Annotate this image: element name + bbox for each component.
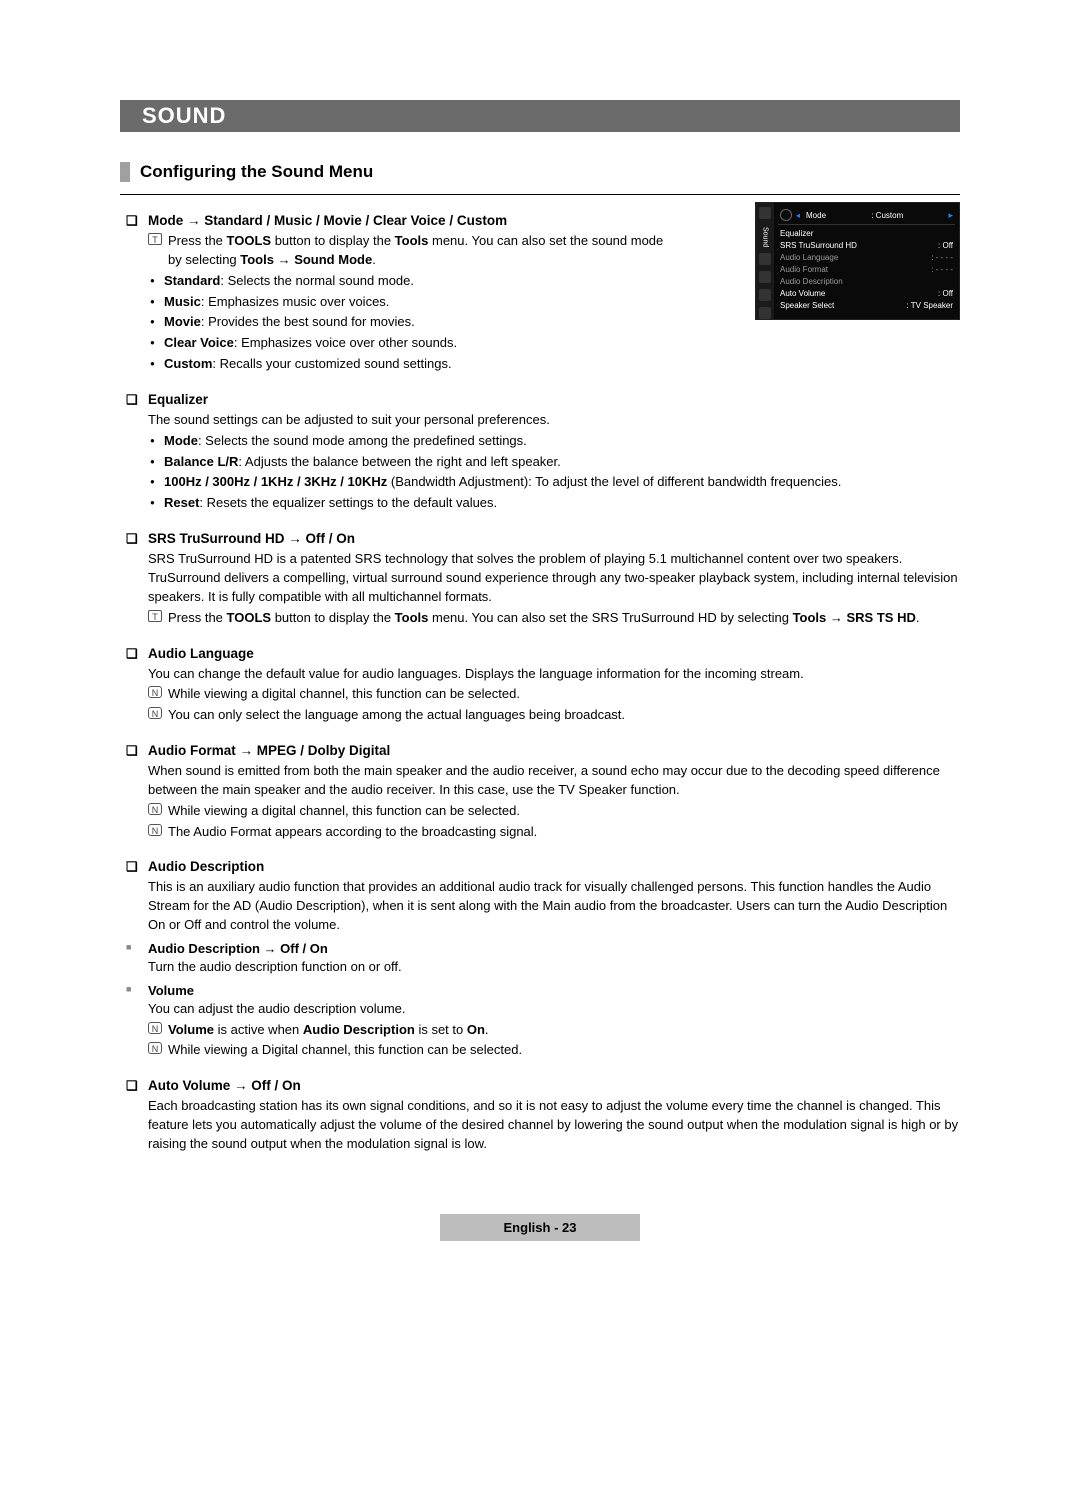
- note: NThe Audio Format appears according to t…: [148, 823, 960, 842]
- subhead-equalizer: Equalizer: [148, 392, 960, 407]
- note-icon: N: [148, 686, 162, 698]
- subhead-audio-format: Audio Format → MPEG / Dolby Digital: [148, 743, 960, 758]
- note-icon: N: [148, 803, 162, 815]
- subhead-auto-volume: Auto Volume → Off / On: [148, 1078, 960, 1093]
- note: NVolume is active when Audio Description…: [148, 1021, 960, 1040]
- section-divider: [120, 194, 960, 195]
- body-text: You can change the default value for aud…: [148, 665, 960, 684]
- list-item: Balance L/R: Adjusts the balance between…: [148, 453, 960, 472]
- list-item: Movie: Provides the best sound for movie…: [148, 313, 678, 332]
- body-text: When sound is emitted from both the main…: [148, 762, 960, 800]
- body-text: SRS TruSurround HD is a patented SRS tec…: [148, 550, 960, 607]
- body-text: Each broadcasting station has its own si…: [148, 1097, 960, 1154]
- subsection-mode: Mode → Standard / Music / Movie / Clear …: [148, 213, 960, 374]
- subhead-audio-language: Audio Language: [148, 646, 960, 661]
- subhead-mode: Mode → Standard / Music / Movie / Clear …: [148, 213, 960, 228]
- note: NWhile viewing a digital channel, this f…: [148, 685, 960, 704]
- chapter-title-bar: SOUND: [120, 100, 960, 132]
- list-item: 100Hz / 300Hz / 1KHz / 3KHz / 10KHz (Ban…: [148, 473, 960, 492]
- note: NWhile viewing a Digital channel, this f…: [148, 1041, 960, 1060]
- note-icon: N: [148, 707, 162, 719]
- subsection-auto-volume: Auto Volume → Off / On Each broadcasting…: [148, 1078, 960, 1154]
- subsection-equalizer: Equalizer The sound settings can be adju…: [148, 392, 960, 513]
- note: NYou can only select the language among …: [148, 706, 960, 725]
- tools-tip: TPress the TOOLS button to display the T…: [148, 609, 960, 628]
- subsection-audio-format: Audio Format → MPEG / Dolby Digital When…: [148, 743, 960, 841]
- body-text: You can adjust the audio description vol…: [148, 1000, 960, 1019]
- list-item: Standard: Selects the normal sound mode.: [148, 272, 678, 291]
- note-icon: N: [148, 824, 162, 836]
- note: NWhile viewing a digital channel, this f…: [148, 802, 960, 821]
- tools-icon: T: [148, 233, 162, 245]
- list-item: Clear Voice: Emphasizes voice over other…: [148, 334, 678, 353]
- subsection-srs: SRS TruSurround HD → Off / On SRS TruSur…: [148, 531, 960, 627]
- list-item: Reset: Resets the equalizer settings to …: [148, 494, 960, 513]
- section-title: Configuring the Sound Menu: [120, 162, 960, 182]
- subsection-audio-language: Audio Language You can change the defaul…: [148, 646, 960, 726]
- tools-tip: TPress the TOOLS button to display the T…: [148, 232, 678, 270]
- list-item: Music: Emphasizes music over voices.: [148, 293, 678, 312]
- subhead-srs: SRS TruSurround HD → Off / On: [148, 531, 960, 546]
- subsub-volume: Volume: [148, 983, 960, 998]
- note-icon: N: [148, 1042, 162, 1054]
- page-footer: English - 23: [440, 1214, 640, 1241]
- subhead-audio-description: Audio Description: [148, 859, 960, 874]
- chapter-title: SOUND: [120, 103, 226, 129]
- note-icon: N: [148, 1022, 162, 1034]
- body-text: The sound settings can be adjusted to su…: [148, 411, 960, 430]
- subsection-audio-description: Audio Description This is an auxiliary a…: [148, 859, 960, 1060]
- subsub-ad-onoff: Audio Description → Off / On: [148, 941, 960, 956]
- list-item: Custom: Recalls your customized sound se…: [148, 355, 678, 374]
- body-text: Turn the audio description function on o…: [148, 958, 960, 977]
- tools-icon: T: [148, 610, 162, 622]
- body-text: This is an auxiliary audio function that…: [148, 878, 960, 935]
- list-item: Mode: Selects the sound mode among the p…: [148, 432, 960, 451]
